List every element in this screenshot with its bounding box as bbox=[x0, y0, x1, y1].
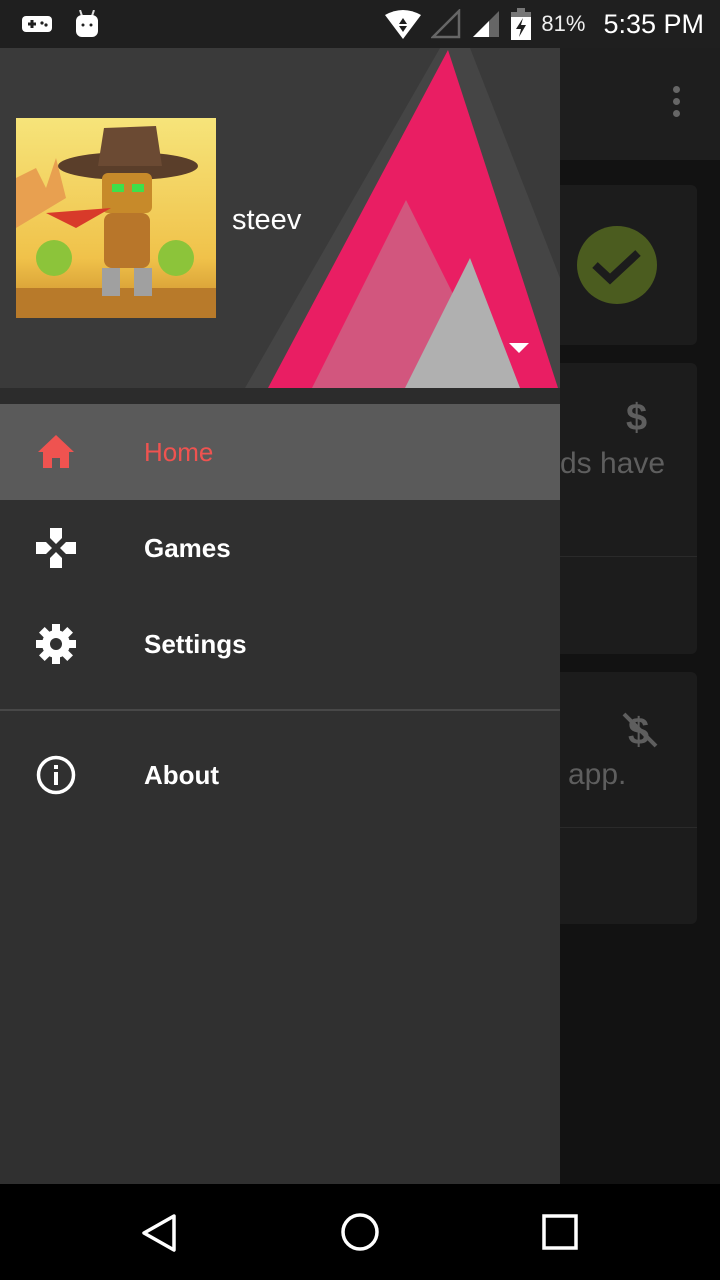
avatar-cowboy-robot-image bbox=[16, 126, 216, 318]
battery-charging-icon bbox=[511, 8, 532, 40]
navigation-drawer: steev Home Games Settings About bbox=[0, 48, 560, 1184]
drawer-header: steev bbox=[0, 48, 560, 388]
drawer-item-games[interactable]: Games bbox=[0, 500, 560, 596]
drawer-item-settings[interactable]: Settings bbox=[0, 596, 560, 692]
back-icon[interactable] bbox=[140, 1213, 178, 1253]
free-card: $ app. bbox=[540, 672, 697, 924]
paid-card: $ ds have bbox=[540, 363, 697, 654]
gear-icon bbox=[36, 624, 76, 664]
navigation-bar bbox=[0, 1184, 720, 1280]
gamepad-icon bbox=[22, 16, 52, 32]
wifi-icon bbox=[385, 10, 422, 39]
drawer-item-label: Settings bbox=[144, 628, 247, 659]
avatar[interactable] bbox=[16, 118, 216, 318]
signal-icon bbox=[473, 11, 500, 37]
status-card bbox=[540, 185, 697, 345]
drawer-item-home[interactable]: Home bbox=[0, 404, 560, 500]
signal-empty-icon bbox=[431, 9, 461, 39]
android-icon bbox=[76, 10, 98, 37]
drawer-item-label: Home bbox=[144, 436, 214, 467]
check-circle-icon bbox=[577, 226, 657, 304]
dollar-icon: $ bbox=[626, 397, 648, 439]
drawer-item-about[interactable]: About bbox=[0, 727, 560, 823]
no-dollar-icon: $ bbox=[622, 711, 658, 750]
gamepad-icon bbox=[36, 528, 76, 568]
drawer-item-label: About bbox=[144, 759, 220, 790]
card-text: ds have bbox=[560, 447, 666, 480]
username: steev bbox=[232, 204, 302, 236]
battery-percent: 81% bbox=[541, 11, 586, 36]
clock: 5:35 PM bbox=[603, 8, 704, 39]
info-icon bbox=[36, 755, 76, 795]
recents-icon[interactable] bbox=[542, 1214, 578, 1250]
status-bar: 81% 5:35 PM bbox=[0, 0, 720, 48]
account-dropdown-arrow-icon[interactable] bbox=[509, 343, 529, 355]
home-circle-icon[interactable] bbox=[340, 1212, 380, 1252]
divider bbox=[0, 709, 560, 711]
more-vert-icon[interactable] bbox=[671, 86, 681, 117]
card-text: app. bbox=[568, 758, 627, 791]
drawer-item-label: Games bbox=[144, 532, 231, 563]
home-icon bbox=[38, 435, 74, 468]
header-spacer bbox=[0, 388, 560, 404]
